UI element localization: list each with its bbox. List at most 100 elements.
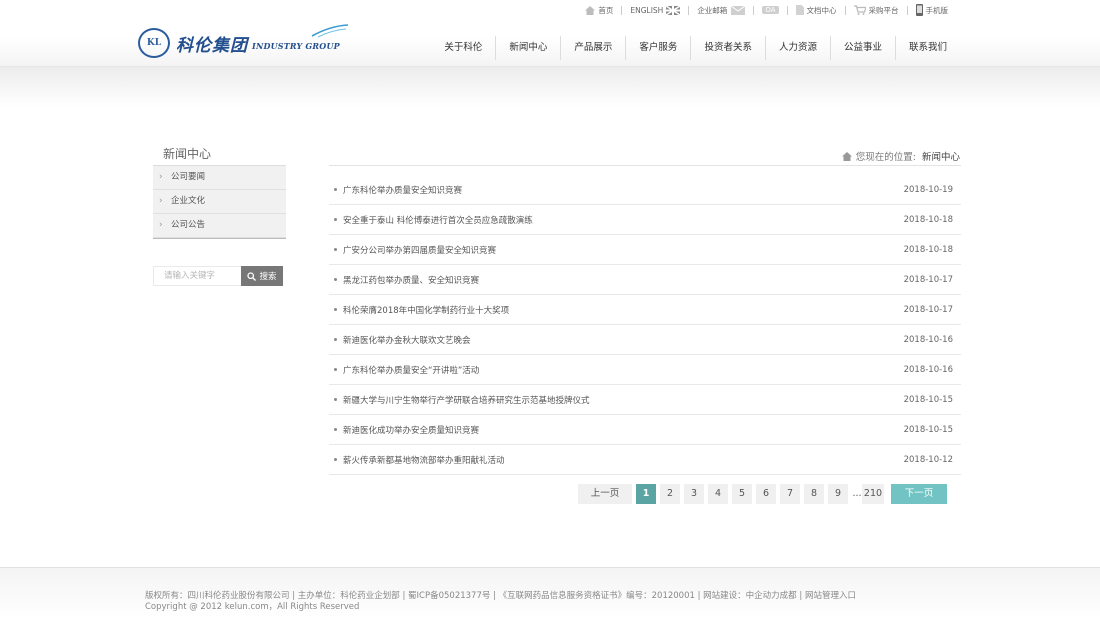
util-purchase[interactable]: 采购平台: [853, 5, 899, 16]
search-icon: [247, 271, 257, 281]
breadcrumb-current[interactable]: 新闻中心: [922, 149, 960, 163]
news-date: 2018-10-17: [903, 275, 953, 285]
news-date: 2018-10-16: [903, 335, 953, 345]
site-footer: 版权所有：四川科伦药业股份有限公司 | 主办单位：科伦药业企划部 | 蜀ICP备…: [0, 567, 1100, 619]
util-docs[interactable]: 文档中心: [795, 5, 837, 16]
list-item[interactable]: 广东科伦举办质量安全知识竞赛 2018-10-19: [329, 175, 961, 205]
utility-bar: 首页 ENGLISH 企业邮箱 OA 文档中心 采购平台 手机版: [577, 3, 948, 17]
chevron-right-icon: ›: [159, 220, 163, 230]
util-home-label: 首页: [598, 5, 614, 15]
util-divider: [786, 5, 788, 15]
bullet-icon: [334, 218, 337, 221]
page-button-1[interactable]: 1: [636, 484, 656, 504]
nav-public-welfare[interactable]: 公益事业: [831, 36, 896, 60]
bullet-icon: [334, 458, 337, 461]
util-oa[interactable]: OA: [762, 6, 779, 14]
list-item[interactable]: 新迪医化成功举办安全质量知识竞赛 2018-10-15: [329, 415, 961, 445]
util-purchase-label: 采购平台: [868, 5, 899, 15]
home-icon: [585, 5, 596, 15]
search-button[interactable]: 搜索: [241, 266, 283, 286]
list-item[interactable]: 安全重于泰山 科伦博泰进行首次全员应急疏散演练 2018-10-18: [329, 205, 961, 235]
page-button-4[interactable]: 4: [708, 484, 728, 504]
news-title[interactable]: 科伦荣膺2018年中国化学制药行业十大奖项: [343, 304, 509, 316]
page-button-9[interactable]: 9: [828, 484, 848, 504]
list-item[interactable]: 科伦荣膺2018年中国化学制药行业十大奖项 2018-10-17: [329, 295, 961, 325]
list-item[interactable]: 新迪医化举办金秋大联欢文艺晚会 2018-10-16: [329, 325, 961, 355]
search-input[interactable]: [153, 266, 241, 286]
nav-products[interactable]: 产品展示: [561, 36, 627, 60]
news-title[interactable]: 广安分公司举办第四届质量安全知识竞赛: [343, 244, 496, 256]
util-mail-label: 企业邮箱: [697, 5, 728, 15]
list-item[interactable]: 新疆大学与川宁生物举行产学研联合培养研究生示范基地授牌仪式 2018-10-15: [329, 385, 961, 415]
news-date: 2018-10-15: [903, 425, 953, 435]
breadcrumb: 您现在的位置: 新闻中心: [841, 149, 960, 163]
oa-badge: OA: [762, 6, 779, 14]
search-box: 搜索: [153, 266, 283, 286]
nav-news[interactable]: 新闻中心: [496, 36, 562, 60]
page-button-3[interactable]: 3: [684, 484, 704, 504]
sidebar-title: 新闻中心: [163, 147, 212, 161]
list-item[interactable]: 黑龙江药包举办质量、安全知识竞赛 2018-10-17: [329, 265, 961, 295]
util-divider: [906, 5, 908, 15]
bullet-icon: [334, 368, 337, 371]
site-header: 首页 ENGLISH 企业邮箱 OA 文档中心 采购平台 手机版 KL 科伦集团…: [0, 0, 1100, 67]
nav-customer-service[interactable]: 客户服务: [626, 36, 692, 60]
news-title[interactable]: 新迪医化举办金秋大联欢文艺晚会: [343, 334, 471, 346]
nav-contact[interactable]: 联系我们: [896, 36, 960, 60]
breadcrumb-prefix: 您现在的位置:: [855, 152, 916, 163]
document-icon: [795, 5, 804, 15]
news-title[interactable]: 黑龙江药包举办质量、安全知识竞赛: [343, 274, 479, 286]
logo-swoosh-icon: [311, 24, 349, 38]
logo-english-name: INDUSTRY GROUP: [252, 41, 340, 51]
util-divider: [621, 5, 623, 15]
bullet-icon: [334, 338, 337, 341]
page-button-2[interactable]: 2: [660, 484, 680, 504]
list-item[interactable]: 广东科伦举办质量安全“开讲啦”活动 2018-10-16: [329, 355, 961, 385]
news-title[interactable]: 安全重于泰山 科伦博泰进行首次全员应急疏散演练: [343, 214, 533, 226]
news-title[interactable]: 广东科伦举办质量安全知识竞赛: [343, 184, 462, 196]
cart-icon: [853, 5, 866, 15]
sidebar-menu: › 公司要闻 › 企业文化 › 公司公告: [153, 165, 286, 239]
nav-human-resources[interactable]: 人力资源: [766, 36, 831, 60]
nav-investor-relations[interactable]: 投资者关系: [691, 36, 766, 60]
page-button-5[interactable]: 5: [732, 484, 752, 504]
nav-about[interactable]: 关于科伦: [431, 36, 497, 60]
util-mobile[interactable]: 手机版: [915, 4, 949, 16]
page-button-last[interactable]: 210: [862, 484, 884, 504]
page-button-8[interactable]: 8: [804, 484, 824, 504]
prev-page-button[interactable]: 上一页: [578, 484, 632, 504]
pagination: 上一页 1 2 3 4 5 6 7 8 9 ... 210 下一页: [578, 484, 951, 504]
news-date: 2018-10-15: [903, 395, 953, 405]
list-item[interactable]: 薪火传承新都基地物流部举办重阳献礼活动 2018-10-12: [329, 445, 961, 475]
util-mail[interactable]: 企业邮箱: [697, 5, 746, 16]
util-docs-label: 文档中心: [806, 5, 837, 15]
news-title[interactable]: 薪火传承新都基地物流部举办重阳献礼活动: [343, 454, 505, 466]
sidebar-item-label: 公司公告: [171, 220, 206, 230]
next-page-button[interactable]: 下一页: [891, 484, 947, 504]
news-title[interactable]: 新迪医化成功举办安全质量知识竞赛: [343, 424, 479, 436]
mobile-icon: [915, 4, 923, 16]
home-icon: [841, 151, 852, 161]
sidebar-item-corporate-culture[interactable]: › 企业文化: [153, 190, 286, 214]
page-button-6[interactable]: 6: [756, 484, 776, 504]
news-title[interactable]: 新疆大学与川宁生物举行产学研联合培养研究生示范基地授牌仪式: [343, 394, 590, 406]
mail-icon: [731, 5, 746, 15]
main-nav: 关于科伦 新闻中心 产品展示 客户服务 投资者关系 人力资源 公益事业 联系我们: [431, 36, 960, 60]
news-title[interactable]: 广东科伦举办质量安全“开讲啦”活动: [343, 364, 479, 376]
logo-chinese-name: 科伦集团: [176, 35, 248, 56]
util-english[interactable]: ENGLISH: [630, 5, 681, 15]
util-home[interactable]: 首页: [585, 5, 613, 16]
footer-copyright: Copyright @ 2012 kelun.com，All Rights Re…: [145, 602, 360, 612]
company-logo[interactable]: KL 科伦集团 INDUSTRY GROUP: [138, 24, 349, 58]
news-list: 广东科伦举办质量安全知识竞赛 2018-10-19 安全重于泰山 科伦博泰进行首次…: [329, 175, 961, 475]
sidebar-item-company-news[interactable]: › 公司要闻: [153, 166, 286, 190]
sidebar-item-label: 公司要闻: [171, 172, 206, 182]
news-date: 2018-10-12: [903, 455, 953, 465]
bullet-icon: [334, 398, 337, 401]
page-button-7[interactable]: 7: [780, 484, 800, 504]
chevron-right-icon: ›: [159, 196, 163, 206]
bullet-icon: [334, 308, 337, 311]
list-item[interactable]: 广安分公司举办第四届质量安全知识竞赛 2018-10-18: [329, 235, 961, 265]
sidebar-item-announcements[interactable]: › 公司公告: [153, 214, 286, 238]
util-mobile-label: 手机版: [925, 5, 949, 15]
